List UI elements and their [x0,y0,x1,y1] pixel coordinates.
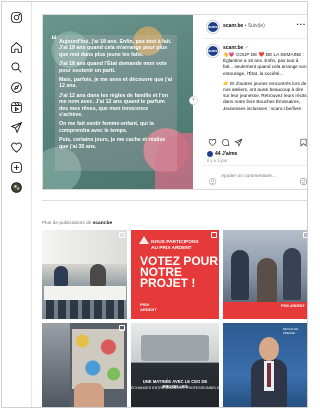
reels-icon[interactable] [9,100,23,114]
quote-line: Mais, parfois, je me sens et découvre qu… [59,77,173,90]
post-header-text: scanr.be • Suivi(e) [223,23,265,29]
section-divider [42,200,307,201]
thumbnail-headline: VOTEZ POUR NOTRE PROJET ! [140,254,219,290]
caption-body: 👋💗 COUP DE ❤️ DE LA SEMAINE : Églantine … [223,52,307,116]
search-icon[interactable] [9,60,23,74]
caption-user: scanr.be ✓ [223,45,249,51]
post-thumbnail[interactable]: REVUE DE PRESSE [223,323,307,407]
thumbnail-detail [257,258,277,304]
post-actions [207,137,307,149]
thumbnail-text: AU PRIX ARDENT [151,245,192,251]
post-thumbnail[interactable]: UNE MATINÉE AVEC LE CEO DE BRUXELLES ÉCH… [131,323,219,407]
multi-image-icon [303,232,307,238]
quote-line: On me fait sentir femme-enfant, qui la c… [59,121,154,134]
page-frame: “ Aujourd'hui, j'ai 18 ans. Enfin, pas t… [1,1,308,408]
multi-image-icon [119,325,125,331]
commenter-avatar-icon [208,173,217,186]
multi-image-icon [211,232,217,238]
more-posts-heading: Plus de publications de scanr.be [42,221,112,226]
avatar[interactable]: scanr [207,21,219,33]
notifications-icon[interactable] [9,140,23,154]
carousel-next-button[interactable]: › [189,96,198,105]
prix-ardent-logo-icon [139,236,149,244]
share-icon[interactable] [233,137,243,147]
likes-count[interactable]: 44 J'aime [207,151,237,157]
thumbnail-detail [42,230,127,264]
comment-icon[interactable] [220,137,230,147]
liker-avatar [207,151,213,157]
thumbnail-detail [231,250,249,300]
more-options-button[interactable]: ··· [297,20,307,29]
quote-line: J'ai 18 ans quand l'État demande mon vot… [59,61,167,74]
thumbnail-detail [251,337,287,407]
post-thumbnail[interactable] [42,230,127,319]
follow-status[interactable]: Suivi(e) [248,23,265,29]
save-icon[interactable] [298,137,307,147]
instagram-icon[interactable] [9,10,23,24]
emoji-icon[interactable] [299,173,307,186]
thumbnail-detail [44,286,126,300]
post-header: scanr scanr.be • Suivi(e) ··· [203,15,307,39]
thumbnail-detail [46,300,124,319]
quote-mark: “ [51,33,57,47]
post-card: “ Aujourd'hui, j'ai 18 ans. Enfin, pas t… [42,14,307,190]
thumbnail-detail [259,337,279,361]
profile-icon[interactable] [9,180,23,194]
messages-icon[interactable] [9,120,23,134]
quote-line: Aujourd'hui, j'ai 18 ans. Enfin, pas tou… [59,39,172,58]
header-separator: • [244,23,247,29]
create-icon[interactable] [9,160,23,174]
explore-icon[interactable] [9,80,23,94]
thumbnail-text: REVUE DE PRESSE [283,327,299,335]
thumbnail-text: ARDENT [140,306,157,312]
post-username[interactable]: scanr.be [223,23,243,29]
thumbnail-detail [283,248,301,300]
more-posts-prefix: Plus de publications de [42,221,92,226]
thumbnail-detail [74,383,104,407]
likes-text: 44 J'aime [215,151,238,157]
left-nav-rail [2,2,32,407]
thumbnail-caption: NOUS PARTICIPONS AU PRIX ARDENT [151,240,199,251]
verified-icon: ✓ [244,45,249,51]
post-thumbnail[interactable] [42,323,127,407]
thumbnail-text: PRIX ARDENT [281,304,305,308]
more-posts-grid: NOUS PARTICIPONS AU PRIX ARDENT VOTEZ PO… [42,230,307,407]
caption-paragraph: 👋💗 COUP DE ❤️ DE LA SEMAINE : Églantine … [223,52,307,76]
thumbnail-detail [141,335,209,361]
quote-line: J'ai 12 ans dans les règles de famille e… [59,92,169,119]
home-icon[interactable] [9,40,23,54]
comment-input[interactable] [221,174,301,179]
caption-paragraph: 👉 Et d'autres jeunes rencontrés lors de … [223,80,307,111]
caption-username[interactable]: scanr.be [223,45,243,51]
post-image[interactable]: “ Aujourd'hui, j'ai 18 ans. Enfin, pas t… [43,15,193,189]
thumbnail-logo: PRIX ARDENT [140,302,157,312]
thumbnail-detail [90,264,106,286]
thumbnail-detail [72,329,124,389]
post-image-quote: “ Aujourd'hui, j'ai 18 ans. Enfin, pas t… [51,33,177,171]
post-thumbnail[interactable]: PRIX ARDENT [223,230,307,319]
post-caption: scanr scanr.be ✓ 👋💗 COUP DE ❤️ DE LA SEM… [203,41,307,137]
thumbnail-text: NOUS PARTICIPONS [151,240,199,245]
avatar[interactable]: scanr [207,45,219,57]
multi-image-icon [119,232,125,238]
post-thumbnail[interactable]: NOUS PARTICIPONS AU PRIX ARDENT VOTEZ PO… [131,230,219,319]
more-posts-username[interactable]: scanr.be [93,221,112,226]
post-timestamp[interactable]: Il y a 1 jour [207,158,227,163]
thumbnail-detail [54,266,68,286]
like-icon[interactable] [207,137,217,147]
post-side-panel: scanr scanr.be • Suivi(e) ··· scanr scan… [203,15,307,189]
thumbnail-detail [267,363,271,387]
comment-bar [203,165,307,189]
quote-line: Puis, certains jours, je me cache et réa… [59,137,166,150]
thumbnail-text: ÉCHANGES ENTRE JEUNES ET PROFESSIONNELS [131,386,219,390]
thumbnail-detail [42,323,70,407]
